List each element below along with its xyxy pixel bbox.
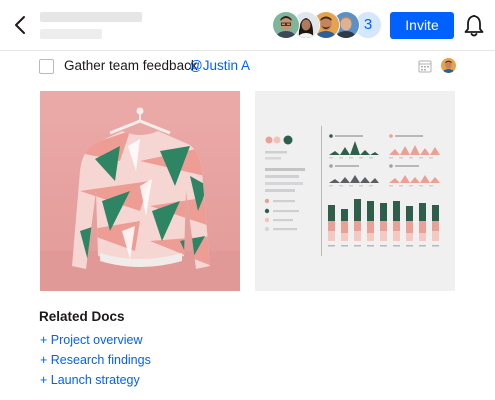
task-assignee-avatar[interactable] bbox=[441, 58, 456, 73]
sweater-photo-icon bbox=[40, 91, 240, 291]
back-button[interactable] bbox=[10, 12, 32, 38]
dashboard-image[interactable] bbox=[255, 91, 455, 291]
task-text: Gather team feedback bbox=[64, 58, 198, 73]
avatar-man-glasses-icon bbox=[273, 12, 299, 38]
related-doc-link-research-findings[interactable]: + Research findings bbox=[40, 353, 151, 367]
task-checkbox[interactable] bbox=[39, 59, 54, 74]
bell-icon bbox=[464, 14, 484, 37]
notifications-button[interactable] bbox=[462, 12, 486, 38]
related-docs-title: Related Docs bbox=[39, 309, 125, 324]
invite-button[interactable]: Invite bbox=[390, 12, 454, 39]
dashboard-mockup-icon bbox=[255, 91, 455, 291]
task-mention-link[interactable]: @Justin A bbox=[189, 58, 250, 73]
sweater-image[interactable] bbox=[40, 91, 240, 291]
header-divider bbox=[0, 50, 495, 51]
collaborator-avatars[interactable]: 3 bbox=[272, 11, 382, 39]
subtitle-placeholder bbox=[40, 29, 102, 39]
avatar-man-beard-icon bbox=[441, 58, 456, 73]
due-date-button[interactable] bbox=[418, 59, 432, 73]
related-doc-link-project-overview[interactable]: + Project overview bbox=[40, 333, 142, 347]
title-placeholder bbox=[40, 12, 142, 22]
chevron-left-icon bbox=[15, 16, 25, 34]
related-doc-link-launch-strategy[interactable]: + Launch strategy bbox=[40, 373, 140, 387]
calendar-icon bbox=[418, 60, 432, 73]
collaborator-avatar-1[interactable] bbox=[272, 11, 300, 39]
